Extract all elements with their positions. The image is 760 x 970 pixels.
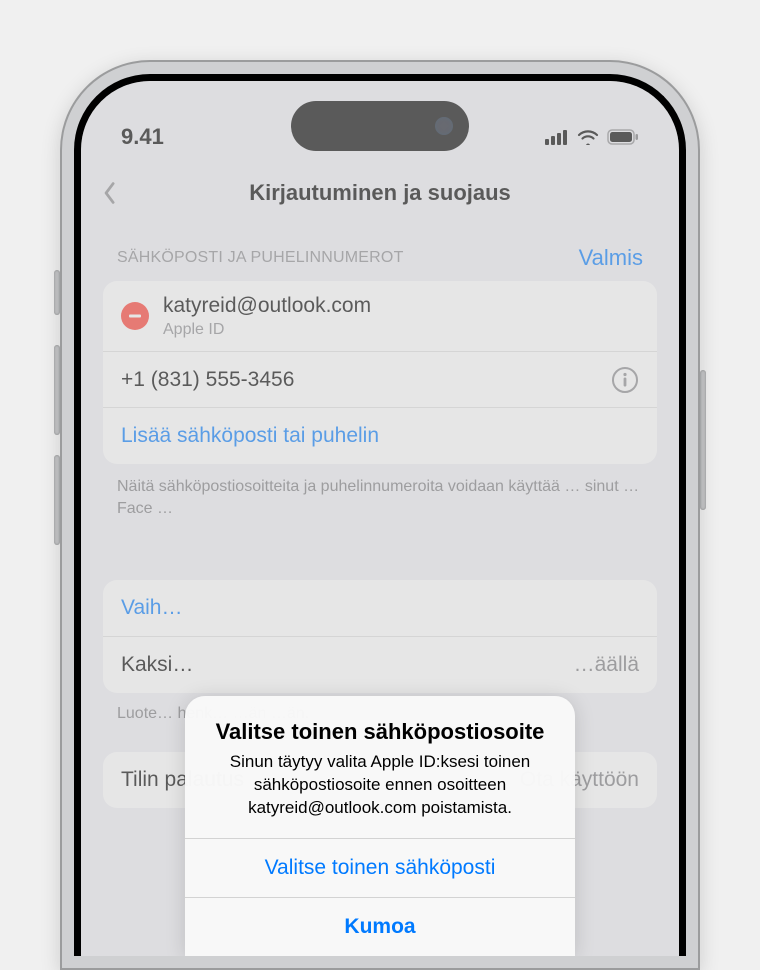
alert-message: Sinun täytyy valita Apple ID:ksesi toine… [213,751,547,820]
screen: 9.41 [74,74,686,956]
phone-frame: 9.41 [60,60,700,970]
alert-title: Valitse toinen sähköpostiosoite [213,718,547,746]
alert-choose-button[interactable]: Valitse toinen sähköposti [185,838,575,897]
alert-dialog: Valitse toinen sähköpostiosoite Sinun tä… [185,696,575,956]
alert-cancel-button[interactable]: Kumoa [185,897,575,956]
side-button-power [700,370,706,510]
